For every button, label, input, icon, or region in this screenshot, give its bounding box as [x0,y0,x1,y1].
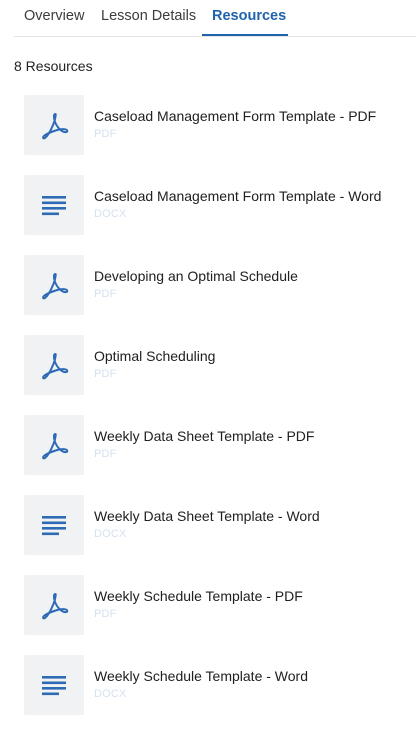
resource-thumbnail [24,175,84,235]
document-lines-icon [39,190,69,220]
tab-overview[interactable]: Overview [24,0,84,36]
resource-thumbnail [24,575,84,635]
resource-thumbnail [24,655,84,715]
resource-title[interactable]: Caseload Management Form Template - Word [94,188,381,204]
resource-thumbnail [24,495,84,555]
resource-item[interactable]: Weekly Schedule Template - Word DOCX [24,655,404,715]
resource-title[interactable]: Optimal Scheduling [94,348,215,364]
resource-item[interactable]: Weekly Schedule Template - PDF PDF [24,575,404,635]
resource-type: DOCX [94,208,127,220]
resource-title[interactable]: Weekly Data Sheet Template - PDF [94,428,314,444]
pdf-icon [39,430,69,460]
resource-type: PDF [94,128,117,140]
resource-item[interactable]: Caseload Management Form Template - PDF … [24,95,404,155]
pdf-icon [39,350,69,380]
resource-item[interactable]: Weekly Data Sheet Template - Word DOCX [24,495,404,555]
resource-type: PDF [94,608,117,620]
resources-count: 8 Resources [14,58,93,74]
resource-thumbnail [24,255,84,315]
tab-lesson-details[interactable]: Lesson Details [101,0,196,36]
resource-type: DOCX [94,528,127,540]
resource-type: PDF [94,368,117,380]
resource-item[interactable]: Optimal Scheduling PDF [24,335,404,395]
document-lines-icon [39,510,69,540]
resource-thumbnail [24,335,84,395]
resource-title[interactable]: Caseload Management Form Template - PDF [94,108,376,124]
resource-item[interactable]: Weekly Data Sheet Template - PDF PDF [24,415,404,475]
pdf-icon [39,590,69,620]
resource-title[interactable]: Weekly Schedule Template - Word [94,668,308,684]
tab-resources[interactable]: Resources [202,0,288,36]
resource-title[interactable]: Weekly Schedule Template - PDF [94,588,303,604]
pdf-icon [39,110,69,140]
pdf-icon [39,270,69,300]
resource-item[interactable]: Caseload Management Form Template - Word… [24,175,404,235]
resource-type: DOCX [94,688,127,700]
resource-list: Caseload Management Form Template - PDF … [24,95,404,735]
document-lines-icon [39,670,69,700]
resource-title[interactable]: Developing an Optimal Schedule [94,268,298,284]
resource-title[interactable]: Weekly Data Sheet Template - Word [94,508,320,524]
resource-thumbnail [24,415,84,475]
resource-thumbnail [24,95,84,155]
resource-type: PDF [94,288,117,300]
resource-item[interactable]: Developing an Optimal Schedule PDF [24,255,404,315]
resource-type: PDF [94,448,117,460]
tab-bar: Overview Lesson Details Resources [14,0,416,37]
